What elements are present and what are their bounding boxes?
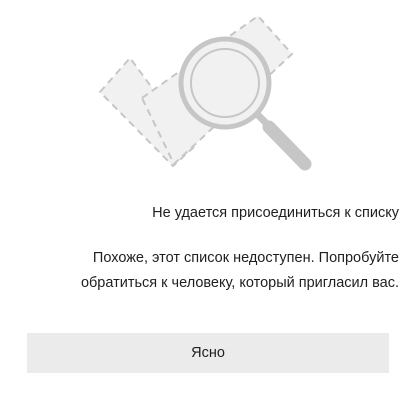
dialog-message: Похоже, этот список недоступен. Попробуй… (9, 246, 399, 296)
magnifier-handle (262, 120, 312, 171)
magnifier-icon (99, 15, 312, 171)
magnifier-lens (178, 36, 272, 130)
dialog-title: Не удается присоединиться к списку (152, 205, 399, 221)
ok-button[interactable]: Ясно (27, 333, 389, 373)
list-unavailable-illustration (96, 14, 322, 184)
dialog-message-line-1: Похоже, этот список недоступен. Попробуй… (92, 250, 399, 266)
dialog-message-line-2: обратиться к человеку, который пригласил… (80, 275, 399, 291)
